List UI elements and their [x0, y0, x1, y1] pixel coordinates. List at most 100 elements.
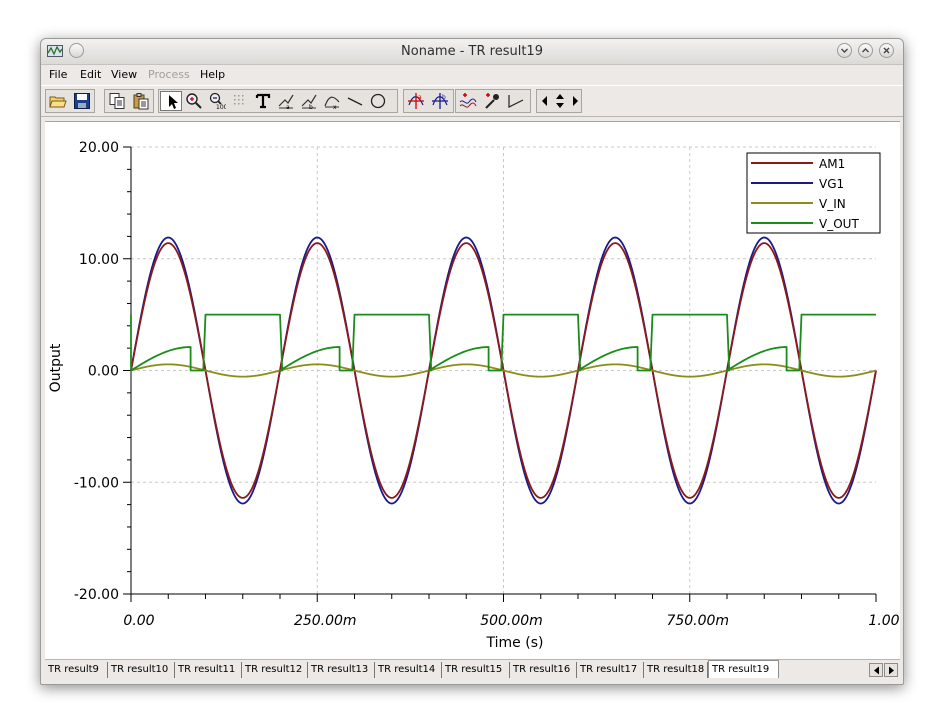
tab-tr-result15[interactable]: TR result15 [442, 662, 510, 678]
marker-b-button[interactable]: b [429, 91, 451, 111]
tangent-icon [508, 95, 524, 108]
x-axis-label: Time (s) [486, 635, 544, 651]
svg-text:x: x [333, 104, 337, 110]
curve-toolbar-group [455, 89, 531, 113]
y-tick-label: 10.00 [79, 252, 119, 268]
tab-scroll-right-button[interactable] [884, 663, 898, 677]
tab-tr-result13[interactable]: TR result13 [308, 662, 375, 678]
file-toolbar-group [45, 89, 95, 113]
tab-tr-result18[interactable]: TR result18 [644, 662, 708, 678]
scroll-right-button[interactable] [568, 91, 581, 111]
marker-b-icon: b [432, 93, 448, 109]
grid-button[interactable] [229, 91, 251, 111]
marker-toolbar-group: a b [403, 89, 454, 113]
add-curve-button[interactable] [457, 91, 479, 111]
chart-legend[interactable]: AM1 VG1 V_IN V_OUT [746, 152, 881, 234]
scroll-right-icon [573, 96, 578, 106]
paste-button[interactable] [130, 91, 152, 111]
y-tick-label: 0.00 [88, 364, 119, 380]
maximize-button[interactable] [858, 43, 873, 58]
series-line-v-out[interactable] [130, 313, 876, 372]
arrow-right-icon [889, 666, 894, 675]
open-folder-icon [49, 96, 67, 108]
add-curve-icon [459, 93, 477, 108]
svg-text:a: a [418, 94, 422, 101]
tab-tr-result16[interactable]: TR result16 [510, 662, 577, 678]
save-button[interactable] [71, 91, 93, 111]
menu-file[interactable]: File [49, 68, 67, 81]
app-window: Noname - TR result19 File Edit View Proc… [40, 38, 904, 685]
tab-tr-result17[interactable]: TR result17 [577, 662, 644, 678]
copy-button[interactable] [106, 91, 128, 111]
legend-label: AM1 [819, 157, 845, 171]
axis-button[interactable]: x [321, 91, 343, 111]
grid-icon [234, 95, 244, 105]
menu-edit[interactable]: Edit [80, 68, 101, 81]
cursor-a-button[interactable]: a [275, 91, 297, 111]
text-tool-button[interactable] [252, 91, 274, 111]
legend-label: VG1 [819, 177, 844, 191]
tab-tr-result10[interactable]: TR result10 [108, 662, 175, 678]
y-tick-label: -10.00 [74, 475, 119, 491]
clipboard-toolbar-group [104, 89, 154, 113]
copy-icon [109, 93, 125, 109]
tangent-button[interactable] [505, 91, 527, 111]
marker-a-button[interactable]: a [405, 91, 427, 111]
scroll-left-button[interactable] [538, 91, 551, 111]
tab-tr-result19[interactable]: TR result19 [708, 660, 779, 678]
x-tick-label: 0.00 [123, 613, 154, 629]
y-tick-label: 20.00 [79, 140, 119, 156]
menu-process[interactable]: Process [148, 68, 190, 81]
tab-tr-result14[interactable]: TR result14 [375, 662, 442, 678]
cursor-a-icon: a [278, 94, 294, 110]
close-icon [883, 47, 890, 54]
line-icon [347, 97, 363, 106]
pick-color-button[interactable] [481, 91, 503, 111]
select-tool-button[interactable] [160, 91, 182, 111]
scroll-left-icon [542, 96, 547, 106]
toolbar: 100% a b x [41, 85, 903, 117]
circle-tool-button[interactable] [367, 91, 389, 111]
pick-color-icon [485, 93, 499, 109]
legend-box [746, 152, 881, 234]
tab-scroll-left-button[interactable] [869, 663, 883, 677]
open-button[interactable] [47, 91, 69, 111]
circle-icon [370, 93, 386, 109]
tab-tr-result12[interactable]: TR result12 [242, 662, 308, 678]
axis-icon: x [324, 96, 340, 110]
svg-text:a: a [286, 104, 290, 110]
window-title: Noname - TR result19 [401, 44, 543, 59]
chevron-down-icon [841, 48, 848, 53]
legend-label: V_IN [819, 197, 846, 211]
svg-text:100%: 100% [216, 104, 226, 110]
x-tick-label: 250.00m [294, 613, 357, 629]
cursor-b-button[interactable]: b [298, 91, 320, 111]
save-icon [74, 93, 90, 109]
chart-series [130, 236, 877, 505]
x-tick-label: 1.00 [868, 613, 899, 629]
cursor-b-icon: b [301, 94, 317, 110]
minimize-button[interactable] [837, 43, 852, 58]
result-tab-bar: TR result9 TR result10 TR result11 TR resul… [45, 659, 900, 680]
menu-view[interactable]: View [111, 68, 137, 81]
marker-a-icon: a [408, 93, 424, 109]
y-tick-label: -20.00 [74, 587, 119, 603]
paste-icon [133, 93, 149, 110]
zoom-100-icon: 100% [209, 92, 226, 110]
x-tick-label: 500.00m [480, 613, 543, 629]
scroll-toolbar-group [536, 89, 582, 113]
zoom-100-button[interactable]: 100% [206, 91, 228, 111]
svg-text:b: b [309, 104, 313, 110]
menu-bar: File Edit View Process Help [41, 65, 903, 85]
title-bar[interactable]: Noname - TR result19 [41, 39, 903, 65]
transient-chart[interactable]: 0.00 250.00m 500.00m 750.00m 1.00 20.00 10.00 0… [45, 122, 900, 659]
tools-toolbar-group: 100% a b x [158, 89, 398, 113]
tab-tr-result9[interactable]: TR result9 [45, 662, 108, 678]
menu-help[interactable]: Help [200, 68, 225, 81]
chart-panel[interactable]: 0.00 250.00m 500.00m 750.00m 1.00 20.00 10.00 0… [45, 121, 900, 659]
zoom-in-button[interactable] [183, 91, 205, 111]
tab-tr-result11[interactable]: TR result11 [175, 662, 242, 678]
scroll-up-down-button[interactable] [552, 91, 567, 111]
close-button[interactable] [879, 43, 894, 58]
line-tool-button[interactable] [344, 91, 366, 111]
